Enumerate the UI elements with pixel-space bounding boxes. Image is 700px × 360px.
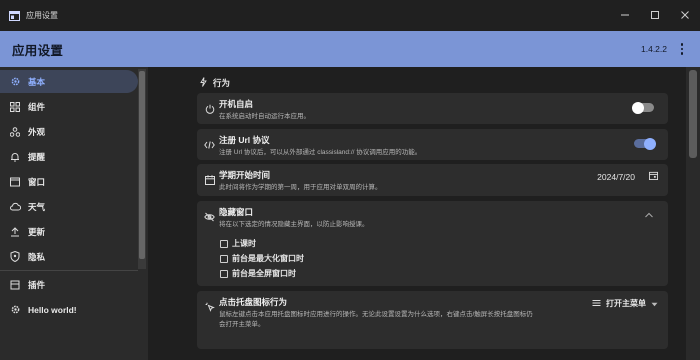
card-description: 此时间将作为学期的第一周，用于应用对单双周的计算。	[219, 184, 382, 191]
cloud-icon	[9, 201, 21, 213]
chevron-down-icon	[651, 299, 658, 309]
semester-start-card: 学期开始时间 此时间将作为学期的第一周，用于应用对单双周的计算。 2024/7/…	[197, 164, 668, 196]
sidebar-item-update[interactable]: 更新	[0, 220, 138, 243]
sidebar-item-plugins[interactable]: 插件	[0, 273, 138, 296]
hide-window-card: 隐藏窗口 将在以下选定的情况隐藏主界面，以防止影响授课。 上课时 前台是最大化窗…	[197, 201, 668, 286]
dot	[680, 43, 684, 46]
widgets-icon	[9, 101, 21, 113]
sidebar-scrollbar[interactable]	[138, 69, 146, 269]
checkbox-label: 前台是全屏窗口时	[232, 269, 296, 278]
tray-click-card: 点击托盘图标行为 鼠标左键点击本应用托盘图标时应用进行的操作。无论此设置设置为什…	[197, 291, 668, 349]
power-icon	[204, 103, 215, 114]
toggle-knob	[632, 101, 644, 114]
bell-icon	[9, 151, 21, 163]
sidebar-item-label: 隐私	[28, 251, 46, 262]
close-button[interactable]	[670, 0, 700, 31]
sidebar-item-window[interactable]: 窗口	[0, 170, 138, 193]
sidebar-item-label: 更新	[28, 226, 46, 237]
sidebar-item-label: Hello world!	[28, 304, 77, 315]
sidebar-item-label: 组件	[28, 101, 46, 112]
maximize-icon	[650, 10, 660, 22]
chevron-up-icon[interactable]	[644, 211, 654, 219]
puzzle-icon	[9, 279, 21, 291]
semester-start-date-picker[interactable]: 2024/7/20	[597, 171, 658, 182]
sidebar: 基本 组件 外观 提醒 窗口 天气 更新 隐私 插件 Hello world!	[0, 67, 148, 360]
sidebar-item-label: 外观	[28, 126, 46, 137]
app-window-icon	[8, 10, 20, 22]
card-title: 注册 Url 协议	[219, 135, 270, 145]
card-description: 在系统启动时自动运行本应用。	[219, 113, 310, 120]
autostart-toggle[interactable]	[632, 101, 654, 114]
gear-icon	[9, 76, 21, 88]
autostart-card: 开机自启 在系统启动时自动运行本应用。	[197, 93, 668, 124]
window-title: 应用设置	[26, 11, 58, 20]
date-value: 2024/7/20	[597, 171, 635, 182]
eye-off-icon	[204, 211, 215, 222]
card-title: 隐藏窗口	[219, 207, 254, 217]
hide-option-maximized[interactable]: 前台是最大化窗口时	[220, 253, 304, 264]
sidebar-item-basic[interactable]: 基本	[0, 70, 138, 93]
gear-icon	[9, 304, 21, 316]
sidebar-item-widgets[interactable]: 组件	[0, 95, 138, 118]
calendar-icon	[204, 174, 215, 185]
app-header: 应用设置 1.4.2.2	[0, 31, 700, 67]
window-title-bar: 应用设置	[0, 0, 700, 31]
more-options-button[interactable]	[677, 39, 687, 59]
checkbox-label: 前台是最大化窗口时	[232, 254, 304, 263]
dot	[680, 52, 684, 55]
sidebar-item-label: 基本	[28, 76, 46, 87]
code-icon	[204, 139, 215, 150]
page-title: 应用设置	[12, 43, 64, 58]
window-icon	[9, 176, 21, 188]
select-value: 打开主菜单	[606, 299, 646, 308]
minimize-icon	[620, 10, 630, 22]
hide-option-fullscreen[interactable]: 前台是全屏窗口时	[220, 268, 296, 279]
hide-option-in-class[interactable]: 上课时	[220, 238, 256, 249]
checkbox[interactable]	[220, 239, 228, 248]
close-icon	[680, 10, 690, 22]
calendar-icon[interactable]	[649, 171, 658, 182]
card-title: 点击托盘图标行为	[219, 297, 288, 307]
sidebar-item-reminder[interactable]: 提醒	[0, 145, 138, 168]
sidebar-item-hello-world[interactable]: Hello world!	[0, 298, 138, 321]
section-title: 行为	[213, 78, 231, 88]
checkbox[interactable]	[220, 254, 228, 263]
shield-icon	[9, 251, 21, 263]
lightning-icon	[200, 77, 207, 89]
section-header: 行为	[200, 77, 230, 89]
card-description-continued: 会打开主菜单。	[219, 321, 265, 328]
card-description: 鼠标左键点击本应用托盘图标时应用进行的操作。无论此设置设置为什么选项，右键点击/…	[219, 311, 533, 318]
sidebar-item-label: 天气	[28, 201, 46, 212]
sidebar-item-label: 插件	[28, 279, 46, 290]
sidebar-item-privacy[interactable]: 隐私	[0, 245, 138, 268]
card-title: 学期开始时间	[219, 170, 271, 180]
sidebar-divider	[0, 270, 138, 271]
card-title: 开机自启	[219, 99, 254, 109]
url-protocol-toggle[interactable]	[634, 137, 656, 150]
minimize-button[interactable]	[610, 0, 640, 31]
sidebar-item-label: 窗口	[28, 176, 46, 187]
maximize-button[interactable]	[640, 0, 670, 31]
scrollbar-thumb[interactable]	[139, 71, 145, 259]
checkbox-label: 上课时	[232, 239, 256, 248]
dot	[680, 47, 684, 51]
toggle-knob	[644, 137, 656, 150]
tray-click-select[interactable]: 打开主菜单	[592, 298, 658, 309]
upload-icon	[9, 226, 21, 238]
card-description: 注册 Url 协议后，可以从外部通过 classisland:// 协议调用应用…	[219, 149, 422, 156]
sidebar-item-appearance[interactable]: 外观	[0, 120, 138, 143]
card-description: 将在以下选定的情况隐藏主界面，以防止影响授课。	[219, 221, 369, 228]
content-scrollbar[interactable]	[686, 67, 700, 360]
url-protocol-card: 注册 Url 协议 注册 Url 协议后，可以从外部通过 classisland…	[197, 129, 668, 160]
sidebar-item-weather[interactable]: 天气	[0, 195, 138, 218]
cursor-click-icon	[204, 301, 215, 312]
shapes-icon	[9, 126, 21, 138]
menu-icon	[592, 299, 601, 309]
version-label: 1.4.2.2	[641, 44, 667, 54]
sidebar-item-label: 提醒	[28, 151, 46, 162]
checkbox[interactable]	[220, 269, 228, 278]
scrollbar-thumb[interactable]	[689, 70, 697, 158]
settings-content: 行为 开机自启 在系统启动时自动运行本应用。 注册 Url 协议 注册 Url …	[148, 67, 700, 360]
